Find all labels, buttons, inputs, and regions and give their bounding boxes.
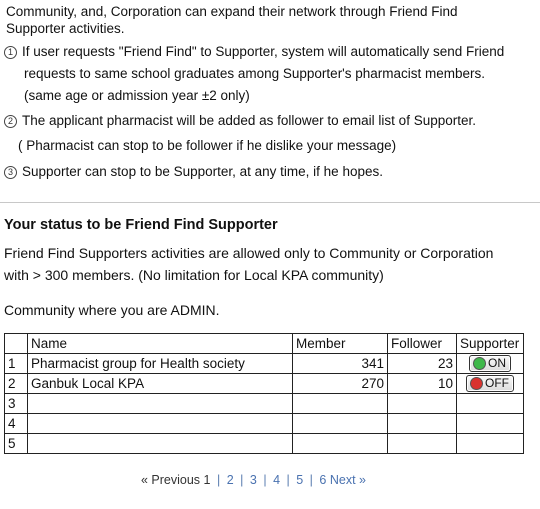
rule-2: 2 The applicant pharmacist will be added … (4, 112, 476, 130)
circled-number-1: 1 (4, 46, 17, 59)
community-name (27, 413, 293, 434)
page-link-5[interactable]: 5 (296, 473, 303, 487)
col-header-index (4, 333, 28, 354)
admin-label: Community where you are ADMIN. (4, 302, 220, 318)
follower-count: 23 (387, 353, 457, 374)
col-header-name: Name (27, 333, 293, 354)
next-page-link[interactable]: Next » (330, 473, 366, 487)
pager-separator: | (286, 473, 290, 487)
status-text-line-2: with > 300 members. (No limitation for L… (4, 267, 384, 283)
supporter-cell (456, 433, 524, 454)
rule-2-line-1: The applicant pharmacist will be added a… (22, 113, 476, 128)
table-row: 4 (4, 413, 524, 434)
current-page: 1 (203, 473, 211, 487)
supporter-cell: OFF (456, 373, 524, 394)
rule-2-line-2: ( Pharmacist can stop to be follower if … (18, 138, 397, 153)
status-on-icon (473, 356, 486, 370)
table-header-row: Name Member Follower Supporter (4, 333, 524, 354)
member-count (292, 433, 388, 454)
community-name (27, 393, 293, 414)
row-index: 4 (4, 413, 28, 434)
supporter-toggle-button[interactable]: ON (469, 354, 511, 372)
section-divider (0, 202, 540, 203)
pager-separator: | (263, 473, 267, 487)
row-index: 2 (4, 373, 28, 394)
rule-1: 1 If user requests "Friend Find" to Suppo… (4, 43, 504, 61)
community-name: Ganbuk Local KPA (27, 373, 293, 394)
pagination: « Previous 1 | 2 | 3 | 4 | 5 | 6 Next » (141, 473, 366, 487)
pager-separator: | (240, 473, 244, 487)
supporter-cell (456, 413, 524, 434)
table-row: 1 Pharmacist group for Health society 34… (4, 353, 524, 374)
member-count: 270 (292, 373, 388, 394)
col-header-supporter: Supporter (456, 333, 524, 354)
follower-count: 10 (387, 373, 457, 394)
page-link-4[interactable]: 4 (273, 473, 280, 487)
follower-count (387, 433, 457, 454)
member-count: 341 (292, 353, 388, 374)
rule-1-line-2: requests to same school graduates among … (24, 66, 486, 81)
page-link-2[interactable]: 2 (227, 473, 234, 487)
row-index: 5 (4, 433, 28, 454)
row-index: 1 (4, 353, 28, 374)
status-title: Your status to be Friend Find Supporter (4, 217, 278, 233)
community-name (27, 433, 293, 454)
member-count (292, 393, 388, 414)
supporter-toggle-button[interactable]: OFF (466, 374, 514, 392)
pager-separator: | (216, 473, 221, 487)
circled-number-2: 2 (4, 115, 17, 128)
circled-number-3: 3 (4, 166, 17, 179)
previous-page-link[interactable]: « Previous (141, 473, 200, 487)
table-row: 2 Ganbuk Local KPA 270 10 OFF (4, 373, 524, 394)
table-row: 3 (4, 393, 524, 414)
supporter-toggle-label: OFF (485, 376, 509, 390)
page-link-6[interactable]: 6 (319, 473, 326, 487)
table-row: 5 (4, 433, 524, 454)
rule-1-line-3: (same age or admission year ±2 only) (24, 88, 250, 103)
member-count (292, 413, 388, 434)
community-name: Pharmacist group for Health society (27, 353, 293, 374)
col-header-follower: Follower (387, 333, 457, 354)
intro-text: Community, and, Corporation can expand t… (6, 3, 526, 37)
follower-count (387, 413, 457, 434)
row-index: 3 (4, 393, 28, 414)
follower-count (387, 393, 457, 414)
intro-line-2: Supporter activities. (6, 21, 125, 36)
supporter-toggle-label: ON (488, 356, 506, 370)
rule-3: 3 Supporter can stop to be Supporter, at … (4, 163, 383, 181)
status-off-icon (470, 376, 483, 390)
admin-community-table: Name Member Follower Supporter 1 Pharmac… (4, 333, 524, 454)
rule-1-line-1: If user requests "Friend Find" to Suppor… (22, 44, 505, 59)
col-header-member: Member (292, 333, 388, 354)
status-text-line-1: Friend Find Supporters activities are al… (4, 245, 494, 261)
rule-3-line-1: Supporter can stop to be Supporter, at a… (22, 164, 383, 179)
supporter-cell: ON (456, 353, 524, 374)
pager-separator: | (309, 473, 313, 487)
page-link-3[interactable]: 3 (250, 473, 257, 487)
supporter-cell (456, 393, 524, 414)
intro-line-1: Community, and, Corporation can expand t… (6, 4, 458, 19)
